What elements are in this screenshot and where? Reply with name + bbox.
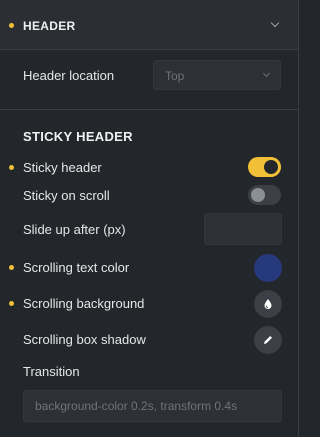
- scrolling-background-label: Scrolling background: [23, 296, 145, 311]
- select-value: Top: [165, 69, 185, 83]
- toggle-knob: [251, 188, 265, 202]
- settings-panel: HEADER Header location Top STICKY HEADER…: [0, 0, 299, 437]
- modified-indicator-dot: [9, 165, 14, 170]
- sticky-header-toggle[interactable]: [248, 157, 281, 177]
- scrolling-box-shadow-label: Scrolling box shadow: [23, 332, 146, 347]
- modified-indicator-dot: [9, 23, 14, 28]
- header-location-row: Header location Top: [0, 51, 298, 110]
- scrolling-text-color-label: Scrolling text color: [23, 260, 130, 275]
- box-shadow-edit-button[interactable]: [254, 326, 282, 354]
- header-accordion[interactable]: HEADER: [0, 0, 298, 50]
- color-swatch[interactable]: [254, 254, 282, 282]
- transition-input[interactable]: [23, 390, 282, 422]
- accordion-title: HEADER: [23, 19, 76, 33]
- background-picker-button[interactable]: [254, 290, 282, 318]
- slide-up-label: Slide up after (px): [23, 222, 126, 237]
- modified-indicator-dot: [9, 265, 14, 270]
- modified-indicator-dot: [9, 301, 14, 306]
- sticky-header-label: Sticky header: [23, 160, 102, 175]
- slide-up-input[interactable]: [204, 213, 282, 245]
- header-location-select[interactable]: Top: [153, 60, 281, 90]
- header-location-label: Header location: [23, 68, 115, 83]
- pencil-icon: [264, 336, 272, 344]
- toggle-knob: [264, 160, 278, 174]
- section-title: STICKY HEADER: [23, 129, 133, 144]
- chevron-down-icon[interactable]: [270, 18, 280, 28]
- sticky-on-scroll-label: Sticky on scroll: [23, 188, 110, 203]
- chevron-down-icon: [262, 69, 271, 78]
- transition-label: Transition: [23, 364, 80, 379]
- droplet-icon: [264, 299, 272, 309]
- sticky-on-scroll-toggle[interactable]: [248, 185, 281, 205]
